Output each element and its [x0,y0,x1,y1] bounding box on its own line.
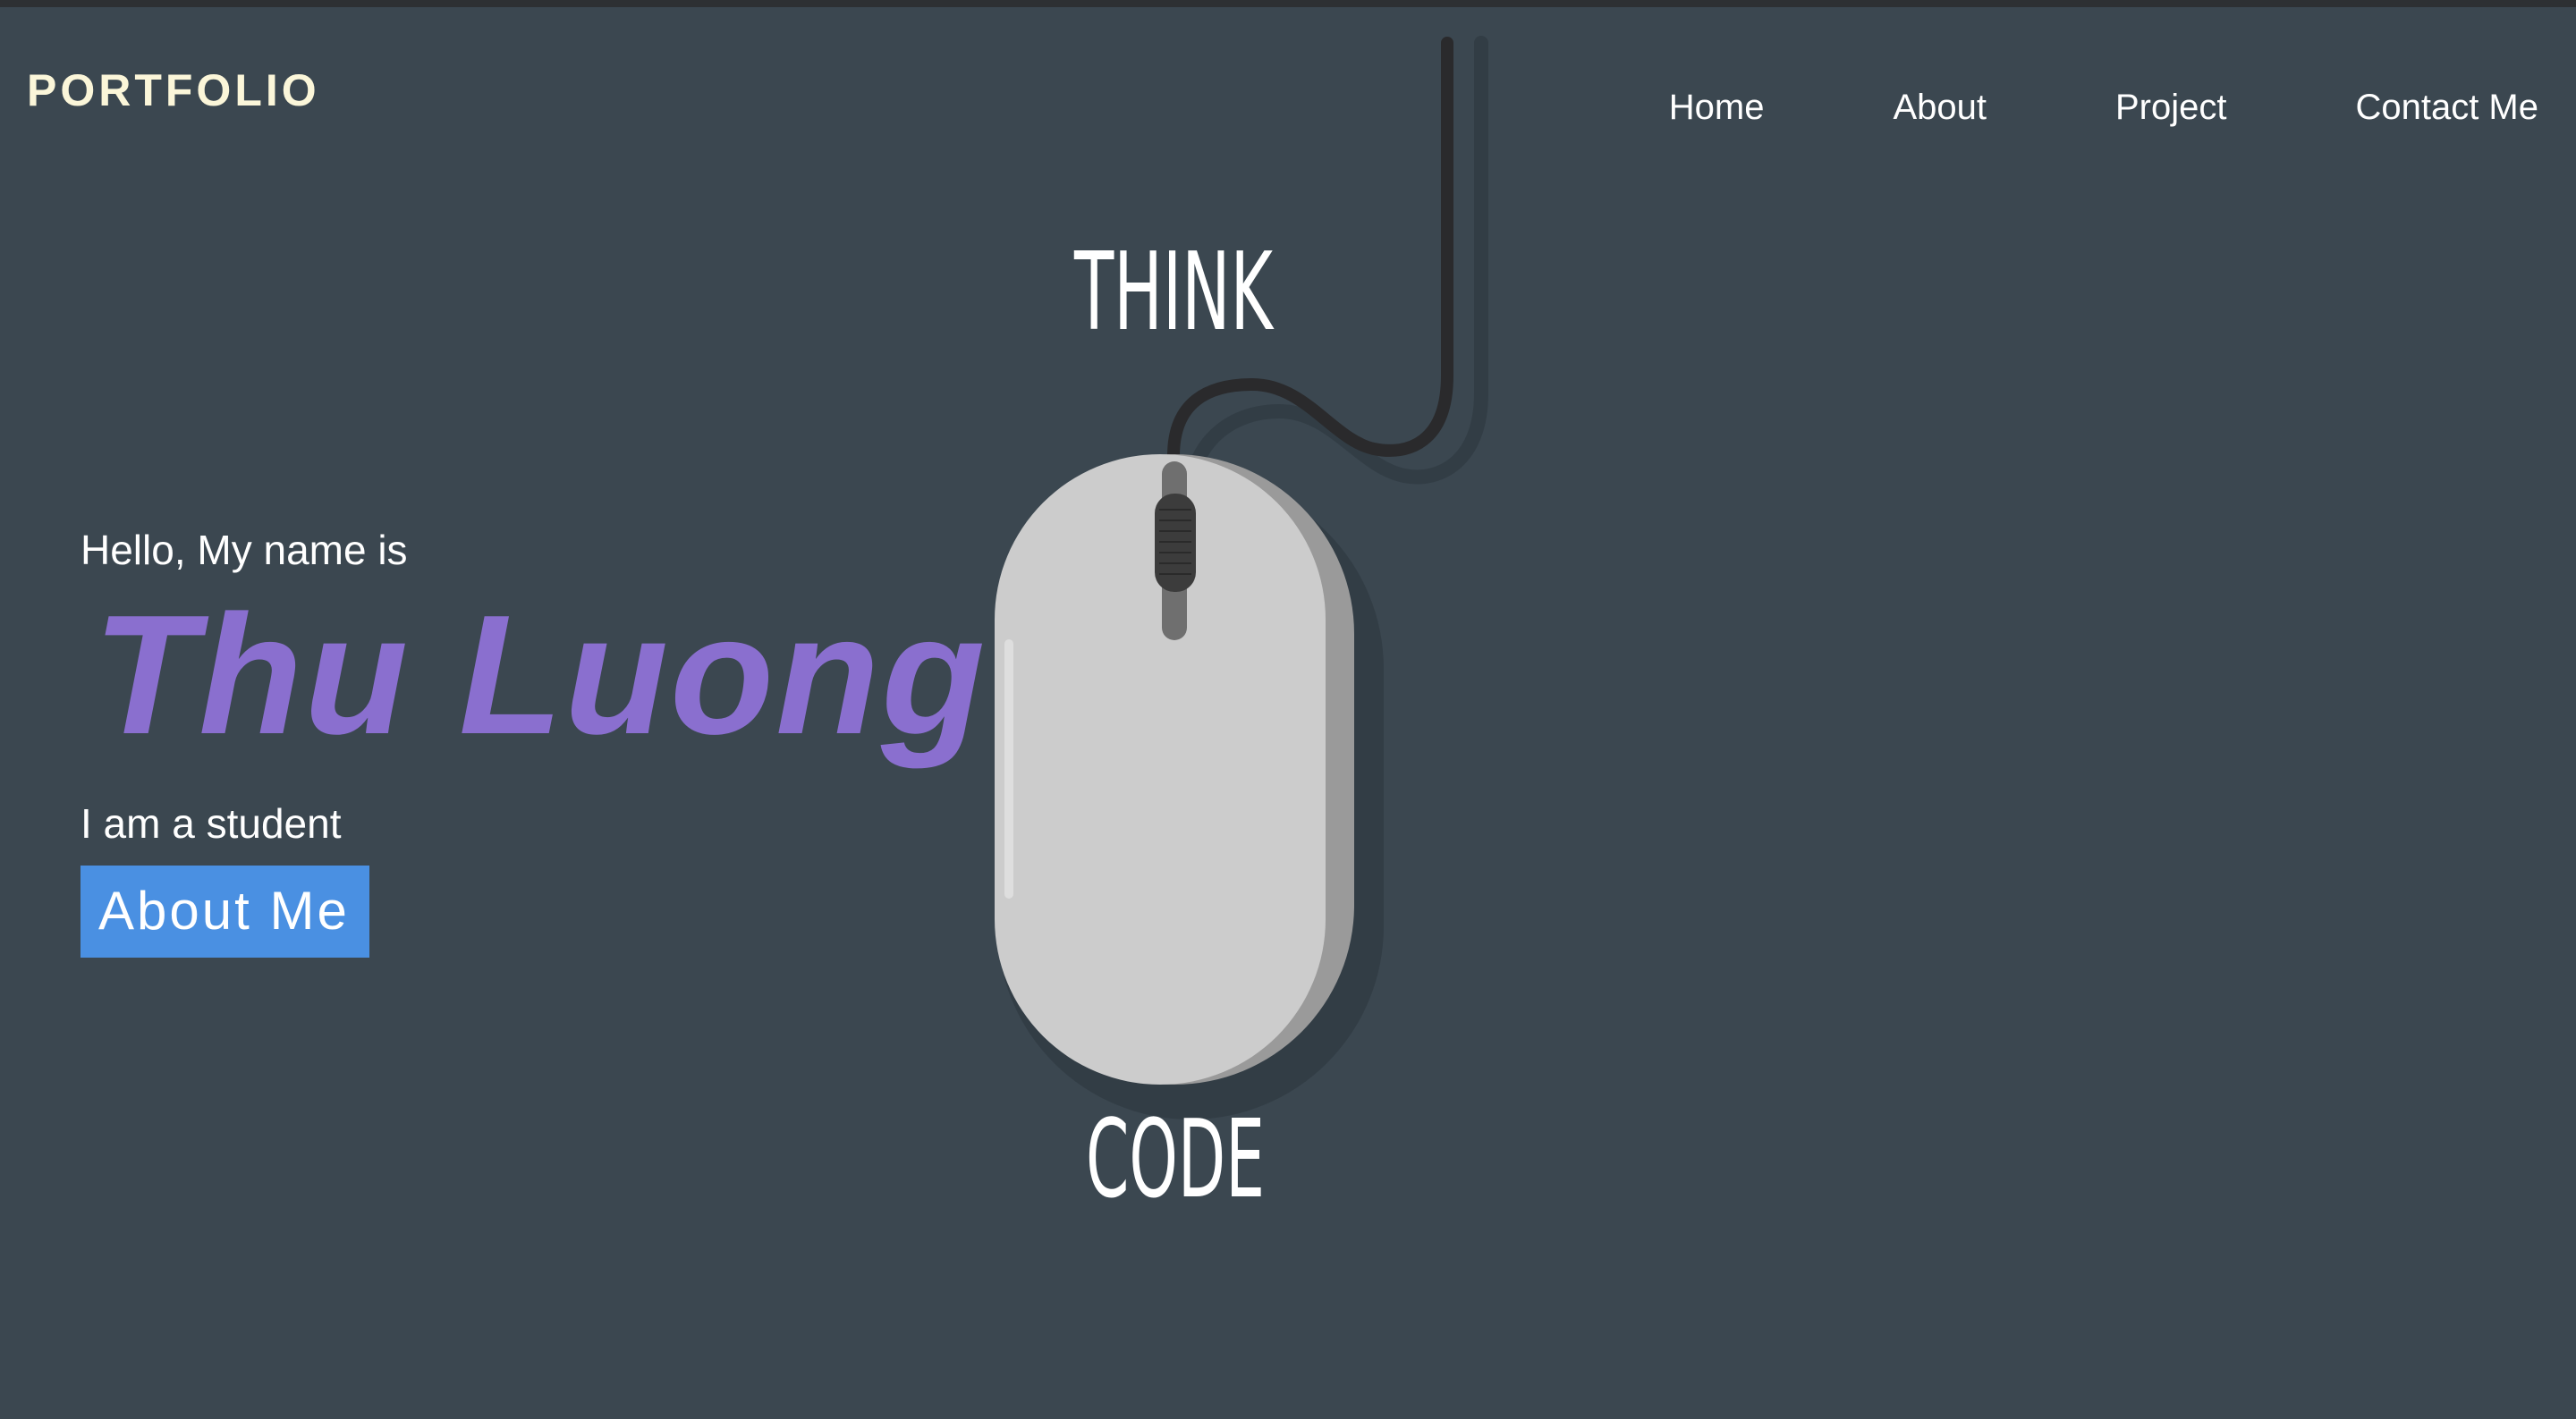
greeting-text: Hello, My name is [80,527,408,573]
nav-home[interactable]: Home [1669,88,1765,128]
think-code-illustration: THINK CODE [995,36,1488,1222]
about-me-button[interactable]: About Me [80,866,369,958]
nav-about[interactable]: About [1893,88,1987,128]
main-nav: Home About Project Contact Me [1669,88,2538,128]
hero-name: Thu Luong [93,580,987,770]
think-text: THINK [1073,231,1275,355]
role-text: I am a student [80,800,342,847]
nav-contact-me[interactable]: Contact Me [2355,88,2538,128]
window-top-border [0,0,2576,7]
code-text: CODE [1086,1098,1265,1222]
nav-project[interactable]: Project [2115,88,2227,128]
page: PORTFOLIO Home About Project Contact Me … [0,0,2576,1419]
hero-section: Hello, My name is Thu Luong I am a stude… [80,526,987,958]
site-logo[interactable]: PORTFOLIO [27,64,320,116]
